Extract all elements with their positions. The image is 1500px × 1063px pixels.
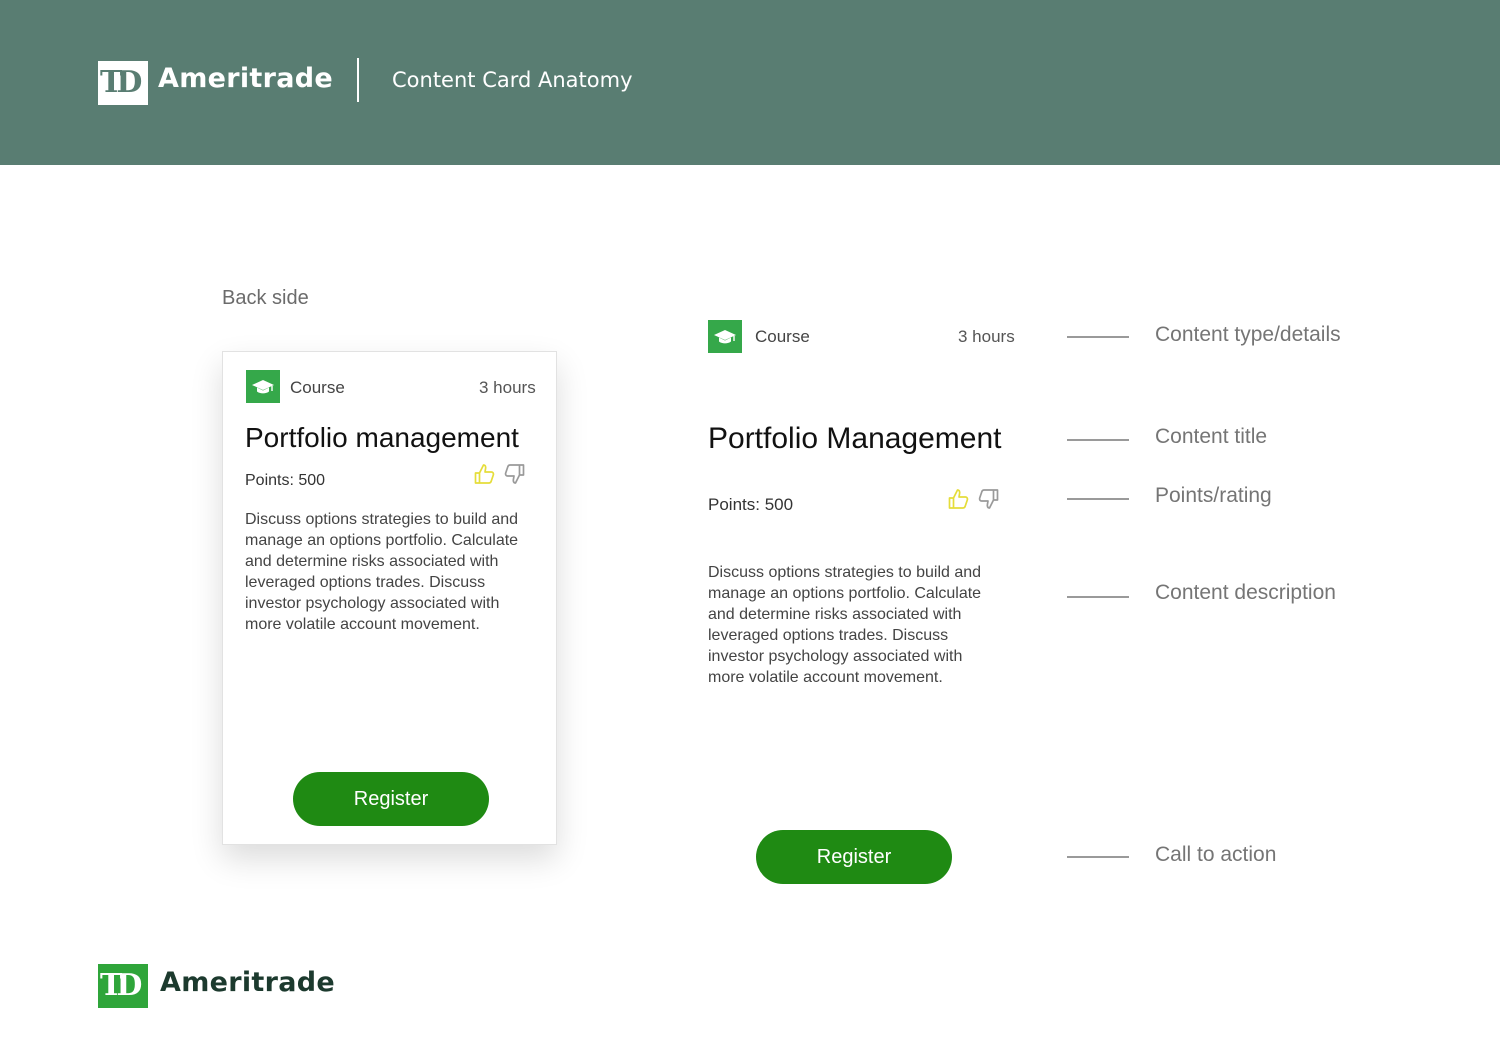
rating-controls-large xyxy=(946,487,1001,516)
annotation-line xyxy=(1067,498,1129,500)
brand-name: Ameritrade xyxy=(158,63,333,94)
content-duration: 3 hours xyxy=(479,378,536,397)
content-description: Discuss options strategies to build and … xyxy=(245,511,519,633)
content-title-large: Portfolio Management xyxy=(708,422,1002,455)
header-divider xyxy=(357,58,359,102)
content-duration-large: 3 hours xyxy=(958,327,1015,346)
content-type-label: Course xyxy=(290,378,345,397)
content-title: Portfolio management xyxy=(245,422,519,453)
thumbs-up-icon[interactable] xyxy=(472,462,497,491)
annotation-line xyxy=(1067,336,1129,338)
rating-controls xyxy=(472,462,527,491)
annotation-content-type: Content type/details xyxy=(1155,323,1341,346)
annotation-call-to-action: Call to action xyxy=(1155,843,1277,866)
content-type-label-large: Course xyxy=(755,327,810,346)
annotation-line xyxy=(1067,856,1129,858)
register-button-large[interactable]: Register xyxy=(756,830,952,884)
content-points: Points: 500 xyxy=(245,472,326,489)
annotation-line xyxy=(1067,439,1129,441)
page-title: Content Card Anatomy xyxy=(392,68,633,92)
content-description-large: Discuss options strategies to build and … xyxy=(708,564,982,686)
thumbs-down-icon[interactable] xyxy=(502,462,527,491)
content-points-large: Points: 500 xyxy=(708,495,794,514)
page-header: TD Ameritrade Content Card Anatomy xyxy=(0,0,1500,165)
td-logo-mark-footer: TD xyxy=(98,964,148,1008)
annotation-content-title: Content title xyxy=(1155,425,1268,448)
td-logo-mark: TD xyxy=(98,61,148,105)
graduation-cap-icon xyxy=(708,320,742,353)
thumbs-up-icon[interactable] xyxy=(946,487,971,516)
annotation-points-rating: Points/rating xyxy=(1155,484,1272,507)
annotation-line xyxy=(1067,596,1129,598)
annotation-content-description: Content description xyxy=(1155,581,1336,604)
content-card-back-side[interactable]: Course 3 hours Portfolio management Poin… xyxy=(222,351,557,845)
thumbs-down-icon[interactable] xyxy=(976,487,1001,516)
brand-name-footer: Ameritrade xyxy=(160,967,335,998)
section-label-back-side: Back side xyxy=(222,287,309,309)
graduation-cap-icon xyxy=(246,370,280,403)
register-button[interactable]: Register xyxy=(293,772,489,826)
